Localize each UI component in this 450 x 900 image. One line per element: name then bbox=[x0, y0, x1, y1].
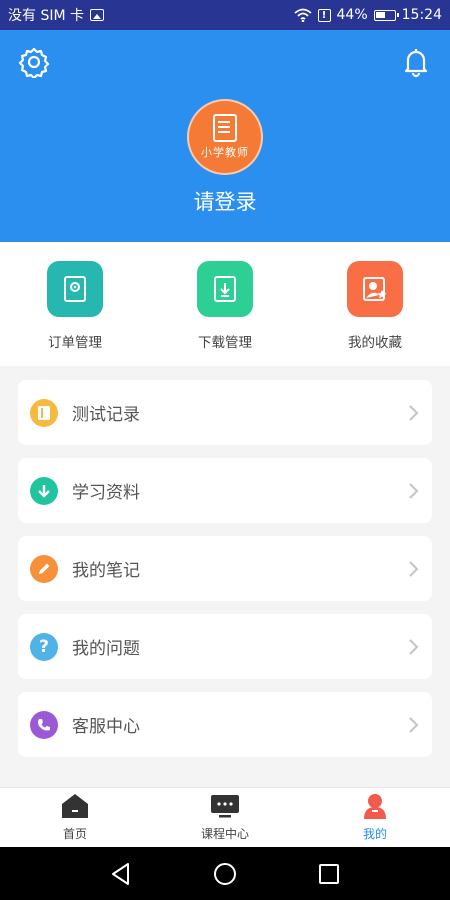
alert-icon: ! bbox=[317, 8, 331, 22]
menu-item-label: 测试记录 bbox=[72, 405, 140, 425]
pencil-icon bbox=[30, 554, 58, 583]
system-navigation-bar bbox=[0, 847, 450, 900]
book-icon bbox=[30, 398, 58, 427]
favorite-icon bbox=[347, 261, 403, 317]
wifi-icon bbox=[293, 8, 312, 22]
menu-item-label: 我的笔记 bbox=[72, 561, 140, 581]
menu-item-label: 学习资料 bbox=[72, 483, 140, 503]
chevron-right-icon bbox=[409, 482, 419, 499]
quick-actions: 订单管理 下载管理 我的收藏 bbox=[0, 242, 450, 366]
chevron-right-icon bbox=[409, 638, 419, 655]
tab-label: 我的 bbox=[362, 827, 387, 841]
status-bar: 没有 SIM 卡 ! 44% 15:24 bbox=[0, 0, 450, 30]
menu-item-label: 我的问题 bbox=[72, 639, 140, 659]
avatar-label: 小学教师 bbox=[201, 146, 249, 159]
menu-item-my-notes[interactable]: 我的笔记 bbox=[18, 536, 432, 601]
menu-item-my-questions[interactable]: ? 我的问题 bbox=[18, 614, 432, 679]
gear-icon[interactable] bbox=[18, 46, 50, 78]
profile-header: 小学教师 请登录 bbox=[0, 30, 450, 242]
course-icon bbox=[211, 795, 239, 818]
phone-icon bbox=[30, 710, 58, 739]
battery-percent: 44% bbox=[336, 7, 368, 23]
home-button-icon[interactable] bbox=[213, 862, 237, 886]
tab-home[interactable]: 首页 bbox=[0, 788, 150, 847]
chevron-right-icon bbox=[409, 404, 419, 421]
download-circle-icon bbox=[30, 476, 58, 505]
tab-label: 课程中心 bbox=[200, 827, 249, 841]
tab-course-center[interactable]: 课程中心 bbox=[150, 788, 300, 847]
menu-item-label: 客服中心 bbox=[72, 717, 140, 737]
recents-icon[interactable] bbox=[318, 863, 340, 885]
profile-icon bbox=[364, 794, 386, 819]
quick-action-label: 我的收藏 bbox=[348, 335, 402, 351]
question-icon: ? bbox=[30, 632, 58, 661]
menu-item-customer-service[interactable]: 客服中心 bbox=[18, 692, 432, 757]
document-icon bbox=[213, 114, 237, 142]
tab-mine[interactable]: 我的 bbox=[300, 788, 450, 847]
quick-action-downloads[interactable]: 下载管理 bbox=[150, 242, 300, 366]
order-icon bbox=[47, 261, 103, 317]
avatar[interactable]: 小学教师 bbox=[187, 99, 263, 175]
quick-action-label: 订单管理 bbox=[48, 335, 102, 351]
download-icon bbox=[197, 261, 253, 317]
bottom-tab-bar: 首页 课程中心 我的 bbox=[0, 787, 450, 847]
menu-list: 测试记录 学习资料 我的笔记 ? 我的问题 客服中心 bbox=[18, 380, 432, 770]
quick-action-orders[interactable]: 订单管理 bbox=[0, 242, 150, 366]
chevron-right-icon bbox=[409, 560, 419, 577]
home-icon bbox=[62, 794, 88, 818]
image-notification-icon bbox=[90, 9, 104, 21]
clock: 15:24 bbox=[401, 7, 442, 23]
bell-icon[interactable] bbox=[400, 46, 432, 78]
chevron-right-icon bbox=[409, 716, 419, 733]
quick-action-label: 下载管理 bbox=[198, 335, 252, 351]
back-icon[interactable] bbox=[110, 862, 132, 886]
carrier-text: 没有 SIM 卡 bbox=[8, 8, 84, 24]
login-link[interactable]: 请登录 bbox=[0, 186, 450, 216]
menu-item-test-records[interactable]: 测试记录 bbox=[18, 380, 432, 445]
battery-icon bbox=[373, 9, 399, 21]
menu-item-study-materials[interactable]: 学习资料 bbox=[18, 458, 432, 523]
tab-label: 首页 bbox=[62, 827, 87, 841]
quick-action-favorites[interactable]: 我的收藏 bbox=[300, 242, 450, 366]
